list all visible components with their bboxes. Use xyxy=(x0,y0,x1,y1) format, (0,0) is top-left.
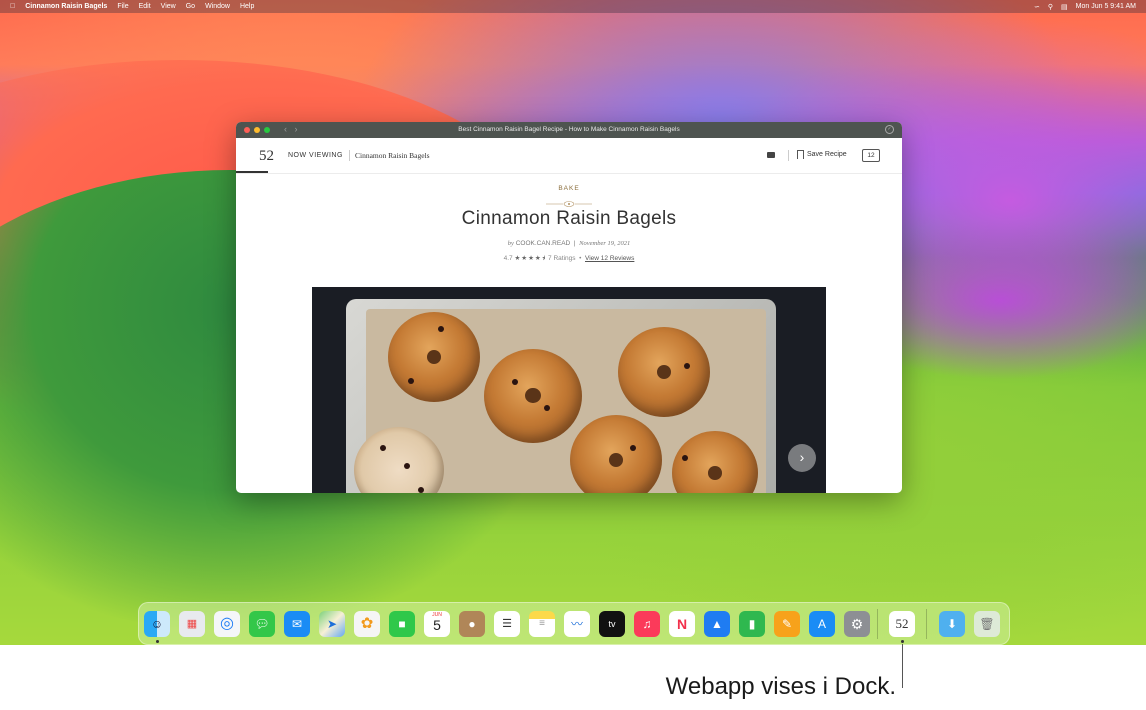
site-header: 52 NOW VIEWING Cinnamon Raisin Bagels Sa… xyxy=(236,138,902,174)
save-recipe-label: Save Recipe xyxy=(807,151,847,158)
author-link[interactable]: COOK.CAN.READ xyxy=(516,240,571,247)
downloads-folder-icon[interactable]: ⬇ xyxy=(939,611,965,637)
safari-icon[interactable]: ◎ xyxy=(214,611,240,637)
finder-icon[interactable]: ☺ xyxy=(144,611,170,637)
star-rating-icon[interactable]: ★★★★⯨ xyxy=(514,255,546,262)
wifi-icon[interactable]: ∽ xyxy=(1034,3,1040,11)
numbers-icon[interactable]: ▮ xyxy=(739,611,765,637)
save-recipe-button[interactable]: Save Recipe xyxy=(797,150,847,159)
comments-button[interactable]: 12 xyxy=(862,149,880,162)
running-indicator xyxy=(156,640,159,643)
by-label: by xyxy=(507,240,514,247)
callout-text: Webapp vises i Dock. xyxy=(665,673,896,700)
ratings-count: 7 Ratings xyxy=(548,255,576,262)
notes-icon[interactable]: ≡ xyxy=(529,611,555,637)
webapp-52-label: 52 xyxy=(895,616,909,631)
reminders-icon[interactable]: ☰ xyxy=(494,611,520,637)
menu-view[interactable]: View xyxy=(161,3,176,10)
dock: ☺ ▦ ◎ 💬︎ ✉ ➤ ✿ ■ JUN 5 ● ☰ ≡ 〰 tv ♫ N ▲ … xyxy=(138,602,1010,645)
trash-icon[interactable]: 🗑︎ xyxy=(974,611,1000,637)
webapp-52-icon[interactable]: 52 xyxy=(889,611,915,637)
menu-clock[interactable]: Mon Jun 5 9:41 AM xyxy=(1076,3,1136,10)
menu-app-name[interactable]: Cinnamon Raisin Bagels xyxy=(25,3,107,10)
running-indicator xyxy=(901,640,904,643)
dock-divider xyxy=(877,609,878,639)
publish-date: November 19, 2021 xyxy=(579,240,631,247)
chevron-right-icon: › xyxy=(799,449,805,465)
bagel xyxy=(484,349,582,443)
menu-bar:  Cinnamon Raisin Bagels File Edit View … xyxy=(0,0,1146,13)
rating-value: 4.7 xyxy=(503,255,513,262)
divider xyxy=(788,150,789,161)
bagel xyxy=(388,312,480,402)
maps-icon[interactable]: ➤ xyxy=(319,611,345,637)
compass-icon[interactable]: ✓ xyxy=(885,125,894,134)
recipe-photo: › xyxy=(312,287,826,493)
apple-tv-label: tv xyxy=(608,619,616,629)
rating-row: 4.7 ★★★★⯨ 7 Ratings • View 12 Reviews xyxy=(503,255,635,262)
recipe-title: Cinnamon Raisin Bagels xyxy=(461,208,677,229)
menu-file[interactable]: File xyxy=(117,3,128,10)
calendar-icon[interactable]: JUN 5 xyxy=(424,611,450,637)
keynote-icon[interactable]: ▲ xyxy=(704,611,730,637)
category-label[interactable]: BAKE xyxy=(236,185,902,192)
breadcrumb: Cinnamon Raisin Bagels xyxy=(355,151,430,160)
photos-icon[interactable]: ✿ xyxy=(354,611,380,637)
apple-tv-icon[interactable]: tv xyxy=(599,611,625,637)
app-store-icon[interactable]: A xyxy=(809,611,835,637)
next-image-button[interactable]: › xyxy=(788,444,816,472)
logo-underline xyxy=(236,171,268,173)
news-icon[interactable]: N xyxy=(669,611,695,637)
webapp-window: ‹ › Best Cinnamon Raisin Bagel Recipe - … xyxy=(236,122,902,493)
messages-icon[interactable]: 💬︎ xyxy=(249,611,275,637)
music-icon[interactable]: ♫ xyxy=(634,611,660,637)
pages-icon[interactable]: ✎ xyxy=(774,611,800,637)
callout-line xyxy=(902,644,903,688)
launchpad-icon[interactable]: ▦ xyxy=(179,611,205,637)
apple-icon[interactable]:  xyxy=(10,3,15,10)
ornament-divider xyxy=(546,194,592,207)
email-icon[interactable] xyxy=(767,152,775,158)
window-titlebar[interactable]: ‹ › Best Cinnamon Raisin Bagel Recipe - … xyxy=(236,122,902,138)
dock-divider xyxy=(926,609,927,639)
divider xyxy=(349,150,350,161)
byline: by COOK.CAN.READ | November 19, 2021 xyxy=(507,240,631,247)
mail-icon[interactable]: ✉ xyxy=(284,611,310,637)
menu-help[interactable]: Help xyxy=(240,3,254,10)
spotlight-search-icon[interactable]: ⚲ xyxy=(1048,3,1053,11)
menu-go[interactable]: Go xyxy=(186,3,195,10)
bookmark-icon xyxy=(797,150,804,159)
now-viewing-label: NOW VIEWING xyxy=(288,152,343,159)
facetime-icon[interactable]: ■ xyxy=(389,611,415,637)
menu-window[interactable]: Window xyxy=(205,3,230,10)
control-center-icon[interactable]: ▤ xyxy=(1061,3,1068,11)
window-title: Best Cinnamon Raisin Bagel Recipe - How … xyxy=(458,126,680,133)
menu-edit[interactable]: Edit xyxy=(139,3,151,10)
contacts-icon[interactable]: ● xyxy=(459,611,485,637)
freeform-icon[interactable]: 〰 xyxy=(564,611,590,637)
system-settings-icon[interactable]: ⚙ xyxy=(844,611,870,637)
view-reviews-link[interactable]: View 12 Reviews xyxy=(585,255,634,262)
site-logo[interactable]: 52 xyxy=(259,148,274,165)
recipe-article: BAKE Cinnamon Raisin Bagels by COOK.CAN.… xyxy=(236,174,902,265)
calendar-day: 5 xyxy=(433,617,441,633)
bagel xyxy=(618,327,710,417)
